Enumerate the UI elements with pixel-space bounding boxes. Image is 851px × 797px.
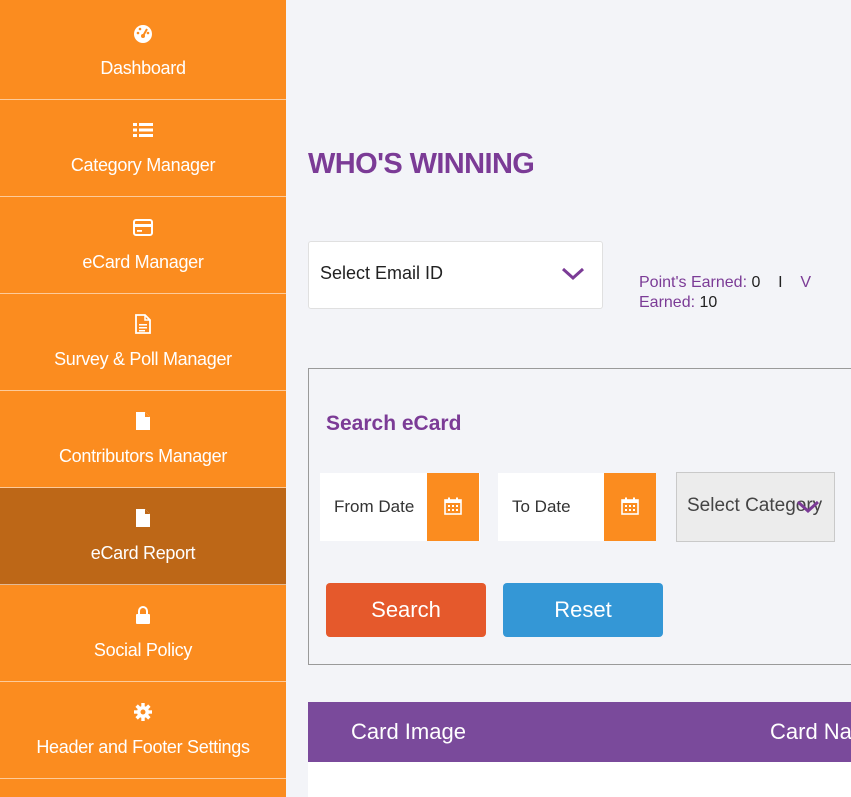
to-date-field[interactable]: To Date <box>498 473 656 541</box>
search-title: Search eCard <box>326 412 462 435</box>
calendar-icon <box>621 497 639 515</box>
sidebar-item-social-policy[interactable]: Social Policy <box>0 585 286 682</box>
reset-button[interactable]: Reset <box>503 583 663 637</box>
document-icon <box>133 314 153 336</box>
points-earned-label: Point's Earned: <box>639 274 748 291</box>
email-select-value: Select Email ID <box>320 263 444 283</box>
points-earned2-label: Earned: <box>639 294 696 311</box>
file-icon <box>133 411 153 433</box>
column-header-card-name[interactable]: Card Na <box>770 719 851 745</box>
chevron-down-icon <box>561 266 585 287</box>
page-title: WHO'S WINNING <box>308 148 535 180</box>
from-date-field[interactable]: From Date <box>320 473 480 541</box>
from-date-placeholder: From Date <box>334 497 415 516</box>
calendar-icon <box>444 497 462 515</box>
sidebar-item-label: Contributors Manager <box>58 446 228 466</box>
column-header-card-image[interactable]: Card Image <box>351 719 466 745</box>
sidebar-item-survey-poll-manager[interactable]: Survey & Poll Manager <box>0 294 286 391</box>
sidebar-item-contributors-manager[interactable]: Contributors Manager <box>0 391 286 488</box>
table-header: Card Image Card Na <box>308 702 851 762</box>
sidebar-item-label: Survey & Poll Manager <box>54 349 232 369</box>
sidebar-item-header-footer-settings[interactable]: Header and Footer Settings <box>0 682 286 779</box>
sidebar-item-label: eCard Report <box>90 543 196 563</box>
sidebar-item-dashboard[interactable]: Dashboard <box>0 3 286 100</box>
points-second-label: V <box>800 274 812 291</box>
points-separator: I <box>778 274 783 291</box>
search-button[interactable]: Search <box>326 583 486 637</box>
sidebar-item-label: Dashboard <box>100 58 186 78</box>
sidebar-item-label: eCard Manager <box>82 252 204 272</box>
to-date-calendar-button[interactable] <box>604 473 656 541</box>
sidebar-item-ecard-report[interactable]: eCard Report <box>0 488 286 585</box>
category-select[interactable]: Select Category <box>676 472 835 542</box>
sidebar-item-category-manager[interactable]: Category Manager <box>0 100 286 197</box>
file-icon <box>133 508 153 530</box>
sidebar-item-ecard-manager[interactable]: eCard Manager <box>0 197 286 294</box>
points-earned-value: 0 <box>751 274 761 291</box>
email-select[interactable]: Select Email ID <box>308 241 603 309</box>
card-icon <box>133 217 153 239</box>
lock-icon <box>133 605 153 627</box>
dashboard-icon <box>133 23 153 45</box>
list-icon <box>133 120 153 142</box>
to-date-placeholder: To Date <box>512 497 571 516</box>
chevron-down-icon <box>796 500 820 514</box>
gear-icon <box>133 702 153 724</box>
sidebar-item-label: Social Policy <box>93 640 193 660</box>
table-body <box>308 762 851 797</box>
points-summary: Point's Earned: 0 I V Earned: 10 <box>639 273 851 313</box>
sidebar-item-label: Category Manager <box>70 155 216 175</box>
sidebar-item-label: Header and Footer Settings <box>36 737 250 757</box>
sidebar: Dashboard Category Manager eCard Manager… <box>0 0 286 797</box>
from-date-calendar-button[interactable] <box>427 473 479 541</box>
points-earned2-value: 10 <box>699 294 718 311</box>
